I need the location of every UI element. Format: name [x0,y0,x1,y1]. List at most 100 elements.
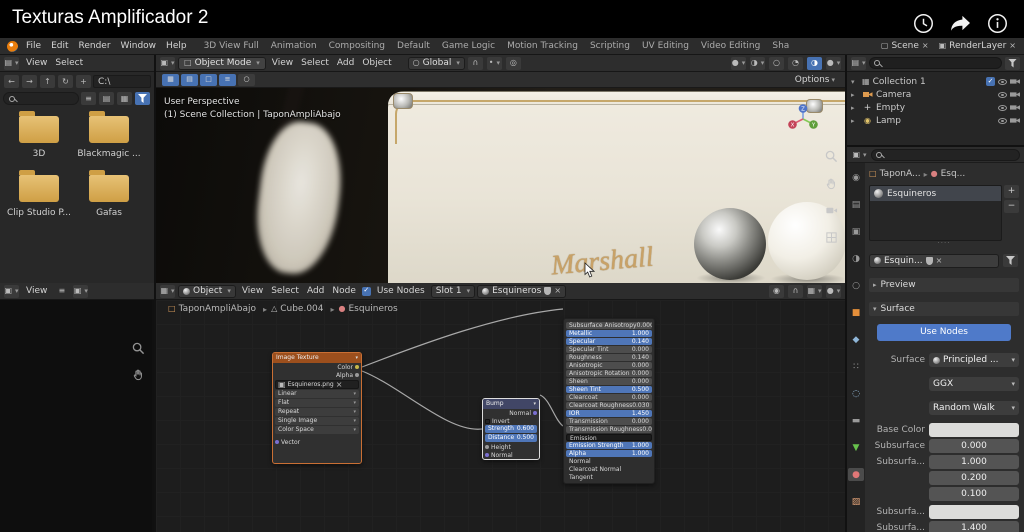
outliner-object-row[interactable]: ▸ Lamp [847,114,1024,127]
viewport-menu-item[interactable]: Add [333,58,358,68]
menu-hamburger-icon[interactable] [54,285,69,298]
exclude-checkbox[interactable] [986,77,995,86]
info-icon[interactable] [987,13,1008,34]
disable-render-icon[interactable] [1010,105,1020,110]
shading-rendered-icon[interactable] [826,56,841,70]
display-thumb-icon[interactable] [117,92,132,105]
pan-hand-icon[interactable] [825,177,838,193]
socket-icon[interactable] [533,411,537,415]
editor-type-icon[interactable] [160,284,175,298]
bump-node[interactable]: Bump Normal Invert Strength0.600Distance… [482,398,540,460]
principled-input-row[interactable]: Clearcoat Normal [566,466,652,473]
corner-protector-left[interactable] [393,93,413,109]
node-dropdown[interactable]: Linear [275,390,359,398]
wire-toggle-icon[interactable] [181,73,198,86]
workspace-tab[interactable]: Video Editing [695,41,766,51]
property-value-field[interactable]: 1.000 [929,455,1019,469]
workspace-tab[interactable]: Compositing [323,41,391,51]
shader-type-select[interactable]: Object [178,284,236,298]
node-slider[interactable]: Distance 0.500 [485,434,537,442]
display-detail-icon[interactable] [99,92,114,105]
principled-input-row[interactable]: Emission [566,434,652,441]
viewport-menu-item[interactable]: Object [358,58,395,68]
socket-icon[interactable] [355,365,359,369]
disable-render-icon[interactable] [1010,79,1020,84]
chrome-sphere[interactable] [694,208,766,280]
hide-viewport-icon[interactable] [998,104,1007,111]
menubar-menu-item[interactable]: Render [74,41,116,51]
property-value-field[interactable]: 1.400 [929,521,1019,532]
editor-type-icon[interactable] [851,56,866,70]
disable-render-icon[interactable] [1010,118,1020,123]
principled-input-row[interactable]: Normal [566,458,652,465]
socket-icon[interactable] [355,373,359,377]
viewport-menu-item[interactable]: Select [297,58,333,68]
node-dropdown[interactable]: Single Image [275,417,359,425]
resize-grip[interactable]: ···· [869,240,1019,247]
shading-material-icon[interactable] [807,56,822,70]
node-input-socket[interactable]: Vector [273,438,361,446]
property-value-field[interactable] [929,423,1019,437]
navigation-gizmo[interactable]: Z Y X [786,102,820,139]
use-nodes-button[interactable]: Use Nodes [877,324,1011,341]
breadcrumb-item[interactable]: Esquineros [339,304,398,314]
workspace-tab[interactable]: Default [391,41,436,51]
viewport-canvas[interactable]: Marshall User Perspective (1) Scene Coll… [156,88,845,283]
snap-magnet-icon[interactable] [788,284,803,298]
properties-search-input[interactable] [871,148,1020,161]
renderlayer-unlink-icon[interactable] [1009,42,1016,50]
workspace-tab[interactable]: Scripting [584,41,636,51]
gizmos-toggle-icon[interactable] [731,56,746,70]
transform-orientation-select[interactable]: Global [407,56,465,70]
zoom-icon[interactable] [825,150,838,166]
properties-tab[interactable] [848,333,864,346]
properties-tab[interactable] [848,279,864,292]
principled-input-row[interactable]: Specular Tint 0.000 [566,346,652,353]
forward-icon[interactable] [22,75,37,88]
folder-item[interactable]: Clip Studio P... [4,170,74,218]
menubar-menu-item[interactable]: Help [161,41,192,51]
slot-select[interactable]: Slot 1 [430,284,476,298]
principled-input-row[interactable]: Sheen 0.000 [566,378,652,385]
image-datablock[interactable]: Esquineros.png [275,380,359,389]
image-editor-menu-item[interactable]: View [22,286,51,296]
properties-tab[interactable] [848,387,864,400]
filter-icon[interactable] [135,92,150,105]
socket-icon[interactable] [275,440,279,444]
property-value-field[interactable] [929,505,1019,519]
node-dropdown[interactable]: Repeat [275,408,359,416]
fake-user-icon[interactable] [544,287,552,295]
xray-toggle-icon[interactable] [238,73,255,86]
breadcrumb-object[interactable]: TaponA... [880,169,921,179]
property-value-field[interactable]: 0.100 [929,487,1019,501]
parent-dir-icon[interactable] [40,75,55,88]
workspace-tab[interactable]: UV Editing [636,41,695,51]
properties-tab[interactable] [848,441,864,454]
distribution-select[interactable]: GGX [929,377,1019,391]
expand-icon[interactable]: ▸ [851,117,859,125]
image-editor-canvas[interactable] [0,300,152,532]
socket-icon[interactable] [485,445,489,449]
node-slider[interactable]: Strength 0.600 [485,425,537,433]
surface-shader-select[interactable]: Principled ... [929,353,1019,367]
object-name[interactable]: Camera [876,90,995,100]
blender-logo-icon[interactable] [7,40,18,52]
workspace-tab[interactable]: Game Logic [436,41,501,51]
node-dropdown[interactable]: Flat [275,399,359,407]
hide-viewport-icon[interactable] [998,78,1007,85]
principled-input-row[interactable]: Transmission Roughness0.000 [566,426,652,433]
search-input[interactable] [3,92,79,105]
editor-type-icon[interactable] [4,56,19,70]
property-value-field[interactable]: 0.200 [929,471,1019,485]
snap-settings-icon[interactable] [486,56,502,70]
object-name[interactable]: Lamp [876,116,995,126]
object-name[interactable]: Empty [876,103,995,113]
pan-hand-icon[interactable] [130,366,146,382]
new-folder-icon[interactable] [76,75,91,88]
folder-item[interactable]: 3D [4,111,74,159]
outliner-search-input[interactable] [869,57,1002,69]
principled-input-row[interactable]: Alpha 1.000 [566,450,652,457]
principled-input-row[interactable]: Tangent [566,474,652,481]
expand-icon[interactable]: ▸ [851,91,859,99]
cavity-toggle-icon[interactable] [219,73,236,86]
